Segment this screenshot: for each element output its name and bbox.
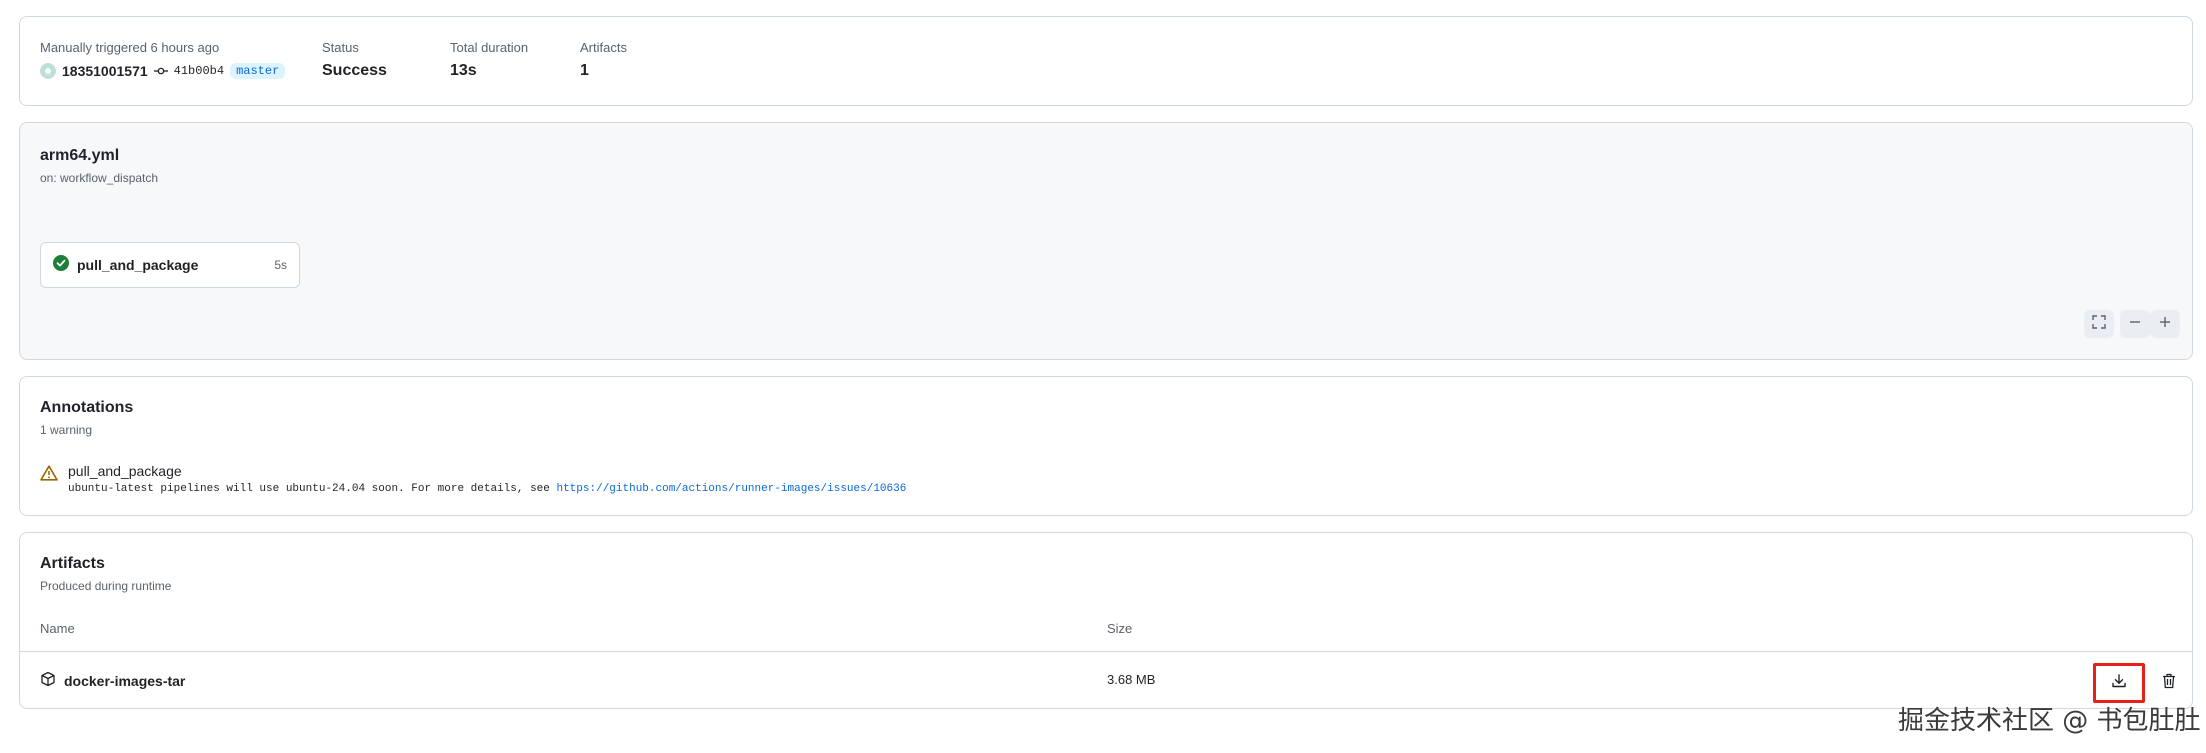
check-circle-icon — [53, 254, 69, 276]
duration-label: Total duration — [450, 40, 529, 55]
fullscreen-button[interactable] — [2084, 310, 2114, 338]
workflow-trigger: on: workflow_dispatch — [40, 171, 159, 185]
annotations-count: 1 warning — [40, 423, 93, 437]
warning-icon — [40, 465, 58, 486]
workflow-graph: arm64.yml on: workflow_dispatch pull_and… — [19, 122, 2193, 360]
package-icon — [40, 671, 56, 690]
annotation-job-name[interactable]: pull_and_package — [68, 463, 182, 479]
artifacts-count-value[interactable]: 1 — [580, 62, 589, 80]
artifacts-count-label: Artifacts — [580, 40, 627, 55]
annotations-title: Annotations — [40, 399, 134, 416]
job-duration: 5s — [274, 258, 287, 272]
artifacts-card: Artifacts Produced during runtime Name S… — [19, 532, 2193, 709]
trigger-label: Manually triggered 6 hours ago — [40, 40, 220, 55]
artifacts-subtitle: Produced during runtime — [40, 579, 172, 593]
workflow-file-name: arm64.yml — [40, 147, 120, 164]
zoom-out-button[interactable] — [2120, 310, 2150, 338]
watermark-text: 掘金技术社区 @ 书包肚肚 — [1898, 706, 2201, 736]
annotations-card: Annotations 1 warning pull_and_package u… — [19, 376, 2193, 516]
avatar[interactable] — [40, 63, 56, 79]
duration-value: 13s — [450, 62, 477, 79]
artifacts-title: Artifacts — [40, 555, 105, 572]
trash-icon — [2162, 673, 2176, 694]
artifact-name-link[interactable]: docker-images-tar — [64, 673, 185, 689]
table-divider — [20, 651, 2192, 652]
commit-sha-link[interactable]: 41b00b4 — [174, 64, 224, 78]
actor-link[interactable]: 18351001571 — [62, 63, 148, 79]
column-header-name: Name — [40, 621, 75, 636]
job-card-pull-and-package[interactable]: pull_and_package 5s — [40, 242, 300, 288]
run-summary-card: Manually triggered 6 hours ago 183510015… — [19, 16, 2193, 106]
zoom-in-icon — [2158, 315, 2172, 334]
fullscreen-icon — [2092, 314, 2106, 334]
trigger-info: 18351001571 41b00b4 master — [40, 63, 286, 79]
download-artifact-button[interactable] — [2093, 663, 2145, 703]
branch-badge[interactable]: master — [230, 63, 286, 79]
status-value: Success — [322, 62, 387, 79]
job-name: pull_and_package — [77, 257, 199, 273]
column-header-size: Size — [1107, 621, 1133, 636]
artifact-size: 3.68 MB — [1107, 672, 1156, 687]
annotation-message-text: ubuntu-latest pipelines will use ubuntu-… — [68, 483, 557, 495]
status-label: Status — [322, 40, 359, 55]
artifact-row-name[interactable]: docker-images-tar — [40, 671, 185, 690]
git-commit-icon — [153, 64, 168, 78]
zoom-out-icon — [2128, 315, 2142, 334]
delete-artifact-button[interactable] — [2155, 669, 2183, 697]
annotation-message: ubuntu-latest pipelines will use ubuntu-… — [68, 483, 906, 495]
annotation-link[interactable]: https://github.com/actions/runner-images… — [556, 483, 906, 495]
download-icon — [2111, 673, 2127, 694]
zoom-in-button[interactable] — [2150, 310, 2180, 338]
